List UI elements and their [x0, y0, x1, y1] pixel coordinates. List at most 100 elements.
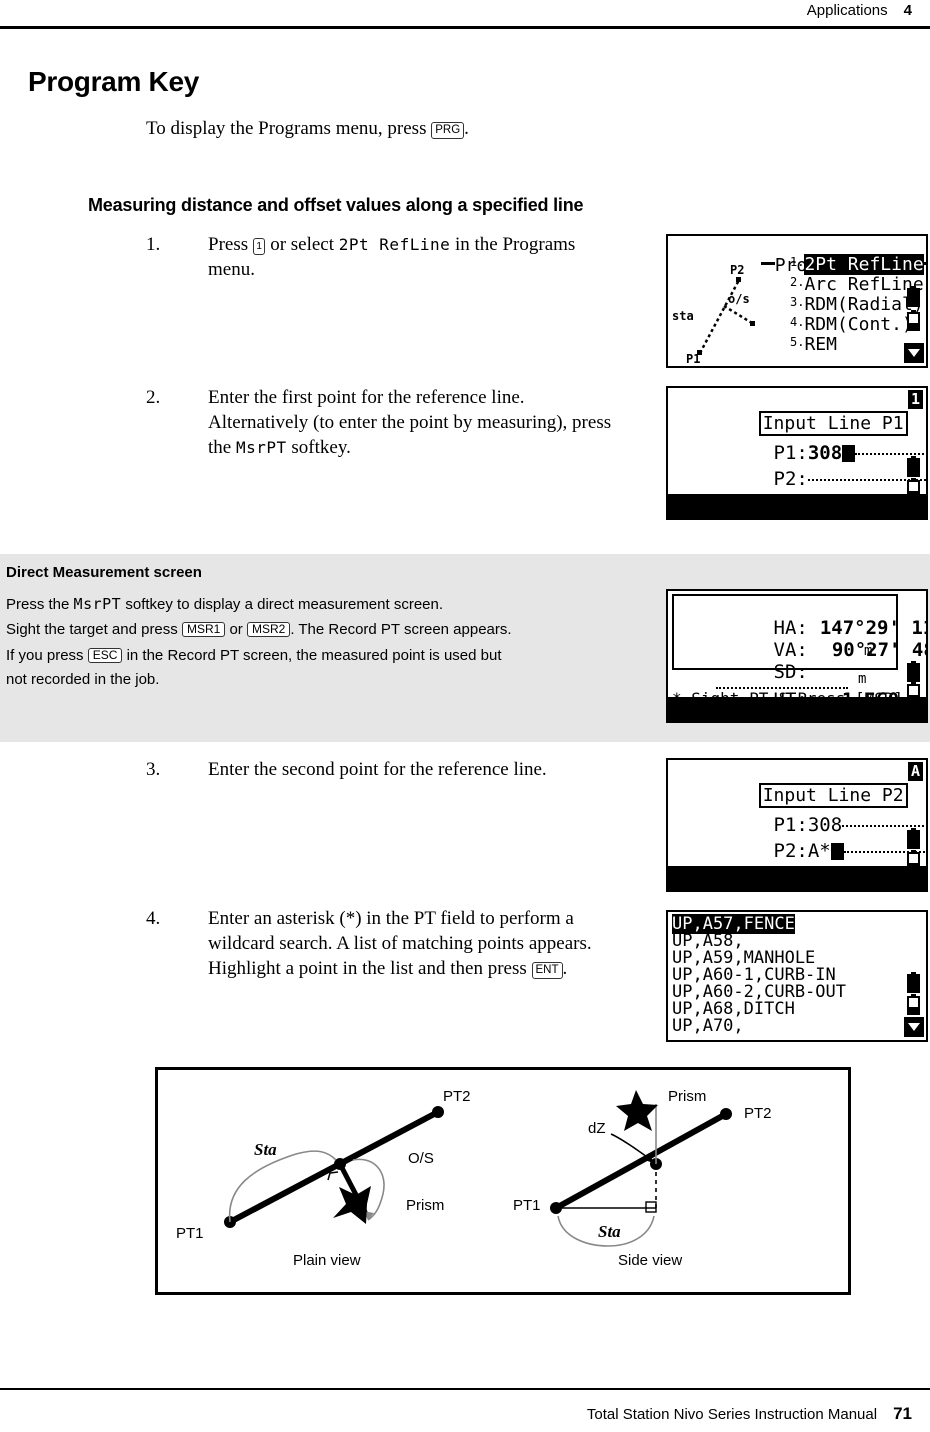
plain-pt1-label: PT1	[176, 1225, 204, 1242]
programs-item-0-num: 1.	[790, 255, 805, 269]
programs-item-2[interactable]: 3.RDM(Radial)	[790, 294, 924, 315]
callout-line2-or: or	[229, 621, 243, 638]
numeric-key-1: 1	[252, 237, 266, 255]
side-pt2-label: PT2	[744, 1105, 772, 1122]
callout-line-1: Press the MsrPT softkey to display a dir…	[6, 592, 443, 617]
page-title: Program Key	[28, 66, 199, 97]
header-section: Applications	[806, 2, 888, 19]
footer-page-number: 71	[893, 1404, 912, 1423]
lcd-input-line-p1[interactable]: Input Line P1 1 P1:308 P2: MsrPT List St…	[666, 386, 928, 520]
scroll-down-icon[interactable]	[904, 1017, 924, 1037]
programs-item-3-num: 4.	[790, 315, 805, 329]
callout-heading: Direct Measurement screen	[6, 564, 202, 581]
callout-line-3: If you press ESC in the Record PT screen…	[6, 644, 502, 668]
plain-pt2-label: PT2	[443, 1088, 471, 1105]
step-3-number: 3.	[146, 759, 161, 780]
plain-sta-label: Sta	[254, 1140, 277, 1159]
manual-page: Applications 4 Program Key To display the…	[0, 0, 930, 1432]
programs-item-1-num: 2.	[790, 275, 805, 289]
callout-line2-a: Sight the target and press	[6, 621, 178, 638]
programs-item-3-label: RDM(Cont.)	[804, 314, 913, 335]
programs-item-4[interactable]: 5.REM	[790, 334, 837, 355]
side-sta-label: Sta	[598, 1222, 621, 1241]
page-header: Applications 4	[0, 0, 930, 30]
msr1-key: MSR1	[181, 622, 226, 637]
sd-unit: m	[864, 643, 873, 659]
battery-low-icon	[907, 994, 920, 1015]
battery-full-icon	[907, 661, 920, 682]
input-p2-softkey-bar: MsrPT List Stack	[668, 866, 926, 890]
input-p1-field-p2-label: P2:	[773, 468, 808, 490]
svg-text:P2: P2	[730, 263, 744, 277]
programs-item-2-label: RDM(Radial)	[804, 294, 924, 315]
svg-text:o/s: o/s	[728, 292, 750, 306]
step-2-body: Enter the first point for the reference …	[208, 385, 626, 460]
lcd-point-list[interactable]: UP,A57,FENCE UP,A58, UP,A59,MANHOLE UP,A…	[666, 910, 928, 1042]
step-4-body: Enter an asterisk (*) in the PT field to…	[208, 906, 641, 981]
input-p2-mode-indicator: A	[908, 762, 923, 781]
reference-line-graphic: P1 P2 sta o/s	[672, 263, 755, 363]
callout-line2-b: . The Record PT screen appears.	[290, 621, 512, 638]
ent-key: ENT	[531, 961, 563, 979]
callout-line-2: Sight the target and press MSR1 or MSR2.…	[6, 618, 512, 642]
plain-prism-label: Prism	[406, 1197, 445, 1214]
callout-line-4: not recorded in the job.	[6, 671, 160, 688]
header-rule	[0, 26, 930, 29]
direct-measure-softkey-bar: HT	[668, 697, 926, 721]
prg-key: PRG	[431, 121, 465, 139]
intro-text-after: .	[464, 118, 469, 139]
programs-item-1-label: Arc RefLine	[804, 274, 924, 295]
programs-item-0[interactable]: 1.2Pt RefLine	[790, 254, 924, 275]
footer-manual-title: Total Station Nivo Series Instruction Ma…	[586, 1406, 878, 1423]
page-footer: Total Station Nivo Series Instruction Ma…	[587, 1404, 912, 1424]
lcd-programs-menu[interactable]: Programs P1 P2 sta o/s 1.2Pt RefLine 2.A…	[666, 234, 928, 368]
ht-unit: m	[858, 671, 867, 687]
callout-line1-a: Press the	[6, 596, 70, 613]
step-4-seg3: .	[562, 958, 568, 979]
battery-low-icon	[907, 310, 920, 331]
callout-line1-b: softkey to display a direct measurement …	[125, 596, 444, 613]
callout-msrpt-code: MsrPT	[73, 595, 122, 613]
programs-item-1[interactable]: 2.Arc RefLine	[790, 274, 924, 295]
msr2-key: MSR2	[246, 622, 291, 637]
softkey-msrpt[interactable]: MsrPT	[674, 518, 728, 520]
plain-os-label: O/S	[408, 1150, 434, 1167]
intro-text-before: To display the Programs menu, press	[146, 118, 427, 139]
side-pt1-label: PT1	[513, 1197, 541, 1214]
step-1-number: 1.	[146, 234, 161, 255]
footer-rule	[0, 1388, 930, 1390]
point-list-item-6[interactable]: UP,A70,	[672, 1016, 744, 1036]
section-subtitle: Measuring distance and offset values alo…	[88, 195, 584, 215]
step-4: 4. Enter an asterisk (*) in the PT field…	[146, 906, 641, 981]
reference-line-diagram: Sta PT1 PT2 O/S Prism Plain view PT1 PT2…	[155, 1067, 851, 1295]
battery-full-icon	[907, 972, 920, 993]
text-cursor	[830, 843, 844, 860]
input-p2-field-p2-value: A*	[807, 840, 831, 862]
battery-full-icon	[907, 286, 920, 307]
point-list-item-6-text: UP,A70,	[672, 1016, 744, 1036]
softkey-msrpt[interactable]: MsrPT	[674, 890, 728, 892]
softkey-ht[interactable]: HT	[820, 721, 842, 723]
step-1: 1. Press 1 or select 2Pt RefLine in the …	[146, 232, 616, 282]
scroll-down-icon[interactable]	[904, 343, 924, 363]
step-2: 2. Enter the first point for the referen…	[146, 385, 626, 460]
step-1-seg2: or select	[270, 234, 335, 255]
input-p1-mode-indicator: 1	[908, 390, 923, 409]
step-3: 3. Enter the second point for the refere…	[146, 757, 626, 782]
lcd-direct-measurement[interactable]: HA:147°29' 11" VA:90°27' 48" SD: m HT:1.…	[666, 589, 928, 723]
programs-item-2-num: 3.	[790, 295, 805, 309]
step-2-seg3: softkey.	[291, 437, 351, 458]
input-p2-field-p2-label: P2:	[773, 840, 808, 862]
lcd-input-line-p2[interactable]: Input Line P2 A P1:308 P2:A* MsrPT List …	[666, 758, 928, 892]
intro-paragraph: To display the Programs menu, press PRG.	[146, 118, 469, 140]
svg-text:P1: P1	[686, 352, 700, 363]
step-4-number: 4.	[146, 908, 161, 929]
battery-full-icon	[907, 828, 920, 849]
step-2-code: MsrPT	[235, 438, 287, 457]
programs-item-4-label: REM	[804, 334, 837, 355]
side-prism-label: Prism	[668, 1088, 707, 1105]
programs-item-3[interactable]: 4.RDM(Cont.)	[790, 314, 913, 335]
plain-view-caption: Plain view	[293, 1252, 361, 1269]
va-value: 90°27' 48"	[831, 639, 926, 661]
step-1-seg1: Press	[208, 234, 249, 255]
